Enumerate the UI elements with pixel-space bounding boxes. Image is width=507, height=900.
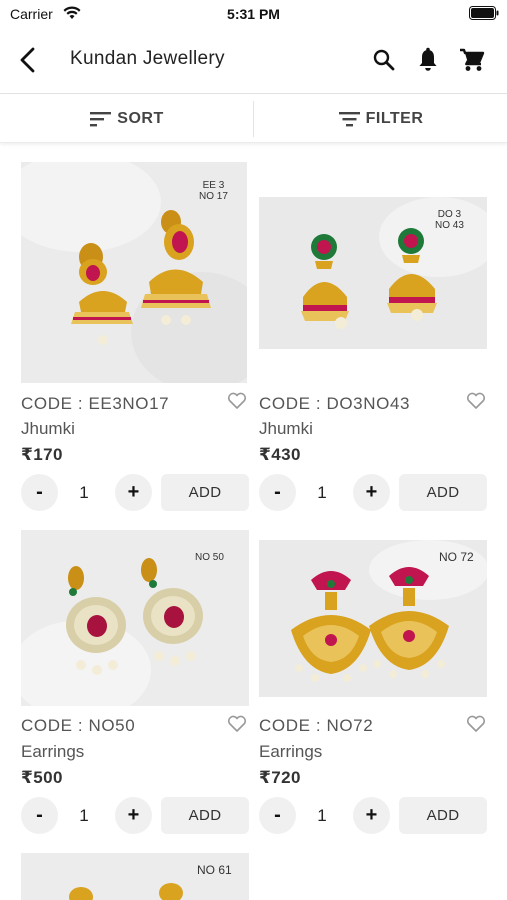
- quantity-value: 1: [317, 806, 327, 825]
- product-price: ₹500: [21, 768, 63, 787]
- sort-icon: [90, 112, 112, 127]
- page-title: Kundan Jewellery: [70, 48, 225, 69]
- filter-icon: [338, 112, 360, 127]
- product-price: ₹430: [259, 445, 301, 464]
- product-card[interactable]: NO 50 CODE : NO50 Earrings ₹500 - 1 + AD…: [21, 530, 249, 840]
- sort-filter-bar: SORT FILTER: [0, 95, 507, 143]
- tag-line: EE 3: [202, 180, 225, 191]
- product-code: CODE : NO50: [21, 716, 136, 735]
- cart-icon[interactable]: [458, 46, 486, 74]
- product-image[interactable]: NO 72: [259, 540, 487, 697]
- product-image[interactable]: EE 3 NO 17: [21, 162, 247, 383]
- increase-qty-button[interactable]: +: [353, 797, 390, 834]
- increase-qty-button[interactable]: +: [115, 797, 152, 834]
- product-tag: EE 3 NO 17: [199, 180, 228, 202]
- search-icon[interactable]: [372, 48, 396, 72]
- product-code: CODE : DO3NO43: [259, 394, 411, 413]
- product-card[interactable]: EE 3 NO 17 CODE : EE3NO17 Jhumki ₹170 - …: [21, 162, 249, 522]
- product-code: CODE : NO72: [259, 716, 374, 735]
- heart-icon[interactable]: [466, 715, 486, 733]
- battery-icon: [469, 6, 499, 20]
- product-image[interactable]: NO 50: [21, 530, 249, 706]
- decrease-qty-button[interactable]: -: [259, 797, 296, 834]
- product-card[interactable]: NO 72 CODE : NO72 Earrings ₹720 - 1 + AD…: [259, 540, 487, 840]
- product-type: Earrings: [259, 742, 323, 761]
- add-to-cart-button[interactable]: ADD: [399, 474, 487, 511]
- decrease-qty-button[interactable]: -: [259, 474, 296, 511]
- tag-line: NO 72: [439, 550, 474, 564]
- product-price: ₹720: [259, 768, 301, 787]
- tag-line: NO 17: [199, 191, 228, 202]
- product-type: Jhumki: [21, 419, 75, 438]
- tag-line: DO 3: [437, 209, 462, 220]
- quantity-value: 1: [79, 806, 89, 825]
- heart-icon[interactable]: [227, 715, 247, 733]
- product-type: Jhumki: [259, 419, 313, 438]
- increase-qty-button[interactable]: +: [115, 474, 152, 511]
- product-code: CODE : EE3NO17: [21, 394, 170, 413]
- product-tag: NO 61: [197, 863, 232, 877]
- quantity-value: 1: [317, 483, 327, 502]
- product-tag: NO 50: [195, 552, 224, 563]
- product-tag: DO 3 NO 43: [435, 209, 464, 231]
- product-type: Earrings: [21, 742, 85, 761]
- tag-line: NO 50: [195, 552, 224, 563]
- filter-button[interactable]: FILTER: [254, 95, 507, 143]
- add-to-cart-button[interactable]: ADD: [399, 797, 487, 834]
- product-card[interactable]: DO 3 NO 43 CODE : DO3NO43 Jhumki ₹430 - …: [259, 162, 487, 522]
- increase-qty-button[interactable]: +: [353, 474, 390, 511]
- product-image[interactable]: DO 3 NO 43: [259, 197, 487, 349]
- heart-icon[interactable]: [227, 392, 247, 410]
- decrease-qty-button[interactable]: -: [21, 797, 58, 834]
- product-price: ₹170: [21, 445, 63, 464]
- sort-label: SORT: [117, 110, 164, 127]
- add-to-cart-button[interactable]: ADD: [161, 797, 249, 834]
- heart-icon[interactable]: [466, 392, 486, 410]
- filter-label: FILTER: [365, 110, 424, 127]
- tag-line: NO 43: [435, 220, 464, 231]
- bell-icon[interactable]: [416, 47, 440, 73]
- back-arrow-icon[interactable]: [16, 46, 40, 74]
- add-to-cart-button[interactable]: ADD: [161, 474, 249, 511]
- app-header: Kundan Jewellery: [0, 28, 507, 94]
- product-card[interactable]: NO 61: [21, 853, 249, 900]
- status-bar: Carrier 5:31 PM: [0, 0, 507, 28]
- product-tag: NO 72: [439, 550, 474, 564]
- decrease-qty-button[interactable]: -: [21, 474, 58, 511]
- product-image[interactable]: NO 61: [21, 853, 249, 900]
- sort-button[interactable]: SORT: [0, 95, 253, 143]
- status-time: 5:31 PM: [227, 6, 280, 22]
- quantity-value: 1: [79, 483, 89, 502]
- tag-line: NO 61: [197, 863, 232, 877]
